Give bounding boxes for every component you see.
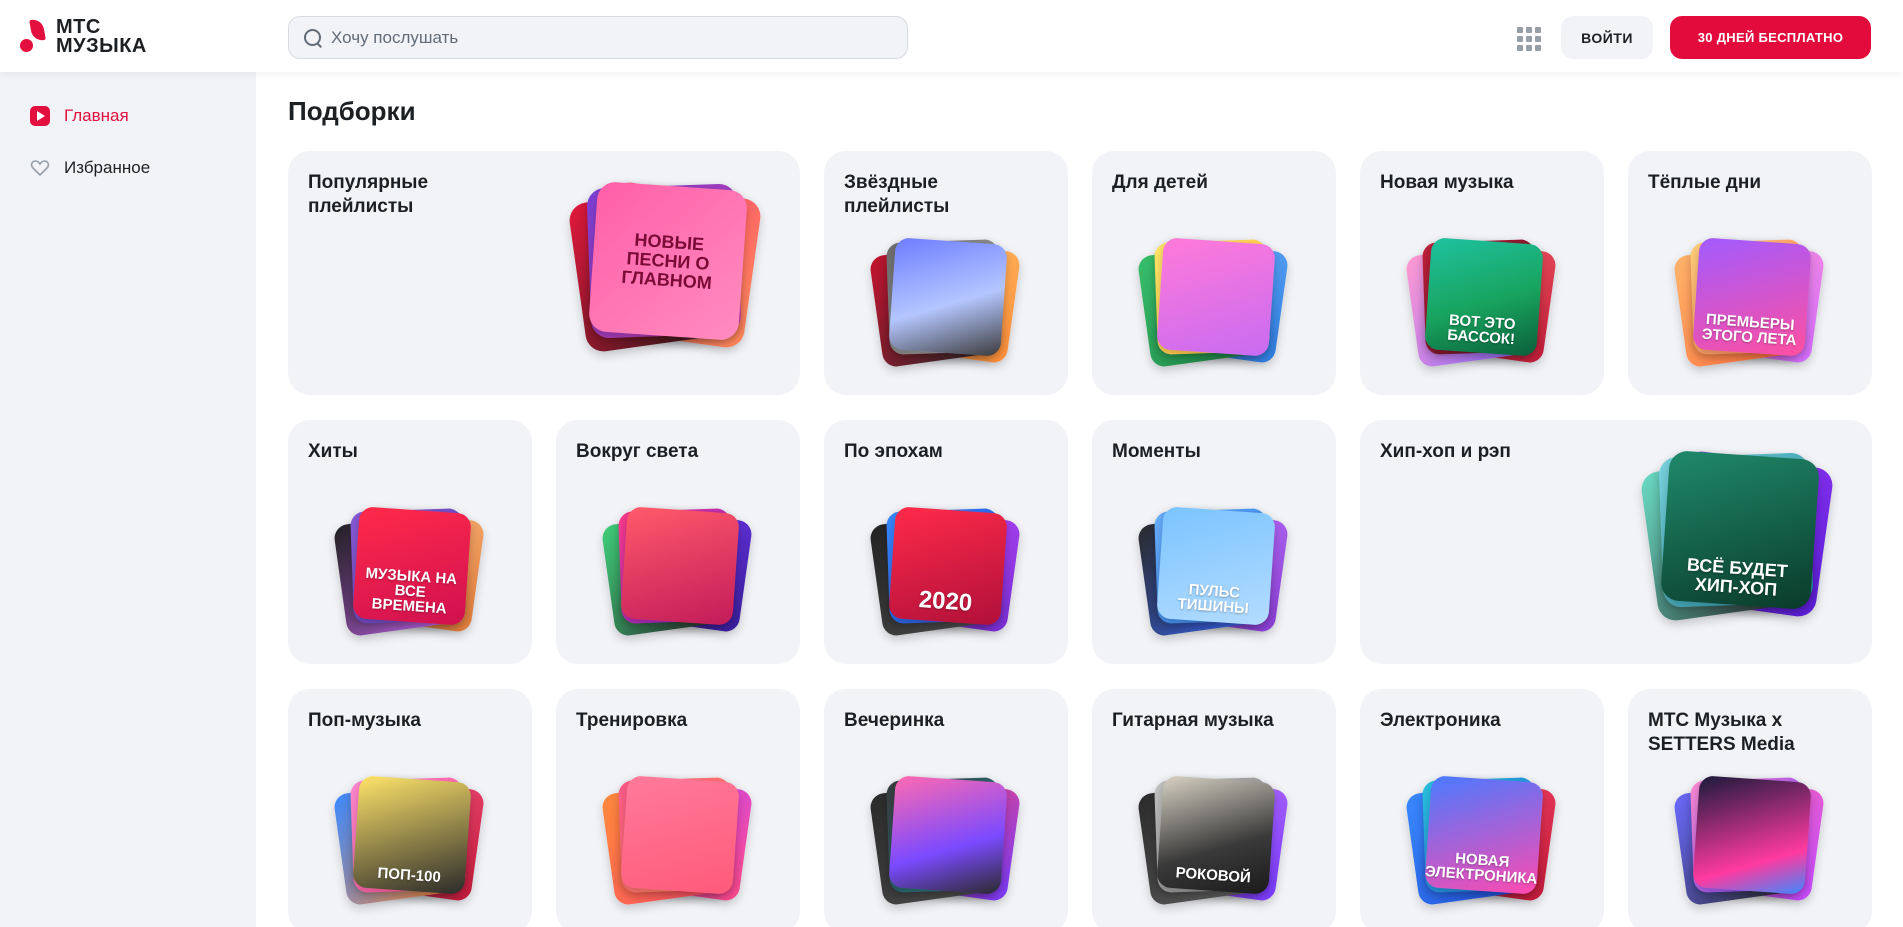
card-title: Для детей: [1112, 172, 1208, 193]
cover-stack: [1136, 231, 1290, 371]
cover-stack: [868, 231, 1022, 371]
card-title: Вечеринка: [844, 710, 945, 731]
card-title: Моменты: [1112, 441, 1201, 462]
cover-stack: [868, 769, 1022, 909]
login-button[interactable]: ВОЙТИ: [1561, 16, 1653, 59]
cover-stack: РОКОВОЙ: [1136, 769, 1290, 909]
cover-art: ПУЛЬС ТИШИНЫ: [1156, 506, 1276, 626]
cover-text: ВСЁ БУДЕТ ХИП-ХОП: [1686, 554, 1789, 600]
card-title: Гитарная музыка: [1112, 710, 1274, 731]
free-trial-button[interactable]: 30 ДНЕЙ БЕСПЛАТНО: [1670, 16, 1871, 59]
cover-art: [1692, 775, 1812, 895]
card-hip-hop-rap[interactable]: Хип-хоп и рэп ВСЁ БУДЕТ ХИП-ХОП: [1360, 420, 1872, 664]
card-new-music[interactable]: Новая музыка ВОТ ЭТО БАССОК!: [1360, 151, 1604, 395]
cover-art: 2020: [888, 506, 1008, 626]
card-electronic[interactable]: Электроника НОВАЯ ЭЛЕКТРОНИКА: [1360, 689, 1604, 927]
card-pop-music[interactable]: Поп-музыка ПОП-100: [288, 689, 532, 927]
cover-text: НОВЫЕ ПЕСНИ О ГЛАВНОМ: [620, 229, 713, 293]
card-title: Хип-хоп и рэп: [1380, 441, 1511, 462]
card-by-eras[interactable]: По эпохам 2020: [824, 420, 1068, 664]
top-header: МТС МУЗЫКА ВОЙТИ 30 ДНЕЙ БЕСПЛАТНО: [0, 0, 1903, 72]
card-title: По эпохам: [844, 441, 943, 462]
card-mts-music-setters-media[interactable]: МТС Музыка x SETTERS Media: [1628, 689, 1872, 927]
cover-art: ВСЁ БУДЕТ ХИП-ХОП: [1659, 449, 1821, 611]
cover-art: [888, 237, 1008, 357]
cover-art: ПРЕМЬЕРЫ ЭТОГО ЛЕТА: [1692, 237, 1812, 357]
cover-text: ВОТ ЭТО БАССОК!: [1446, 311, 1517, 349]
cover-art: НОВЫЕ ПЕСНИ О ГЛАВНОМ: [587, 180, 749, 342]
cover-text: 2020: [917, 586, 974, 617]
page-title: Подборки: [288, 96, 416, 126]
card-title: Вокруг света: [576, 441, 699, 462]
card-around-the-world[interactable]: Вокруг света: [556, 420, 800, 664]
cover-text: МУЗЫКА НА ВСЕ ВРЕМЕНА: [364, 564, 458, 618]
search-icon: [303, 28, 323, 48]
cover-art: [620, 775, 740, 895]
cover-art: РОКОВОЙ: [1156, 775, 1276, 895]
mts-music-logo[interactable]: МТС МУЗЫКА: [18, 17, 147, 57]
cover-stack: НОВЫЕ ПЕСНИ О ГЛАВНОМ: [567, 176, 763, 366]
sidebar-item-favorites[interactable]: Избранное: [30, 158, 150, 178]
sidebar-item-label: Главная: [64, 106, 129, 125]
card-moments[interactable]: Моменты ПУЛЬС ТИШИНЫ: [1092, 420, 1336, 664]
cover-stack: [600, 500, 754, 640]
cover-text: ПУЛЬС ТИШИНЫ: [1176, 581, 1250, 618]
sidebar: Главная Избранное: [0, 72, 256, 927]
cover-art: [620, 506, 740, 626]
cover-stack: ВСЁ БУДЕТ ХИП-ХОП: [1639, 445, 1835, 635]
card-hits[interactable]: Хиты МУЗЫКА НА ВСЕ ВРЕМЕНА: [288, 420, 532, 664]
cover-stack: ПРЕМЬЕРЫ ЭТОГО ЛЕТА: [1672, 231, 1826, 371]
cover-stack: МУЗЫКА НА ВСЕ ВРЕМЕНА: [332, 500, 486, 640]
cover-stack: 2020: [868, 500, 1022, 640]
card-title: Хиты: [308, 441, 358, 462]
search-box[interactable]: [288, 16, 908, 59]
cover-stack: ПУЛЬС ТИШИНЫ: [1136, 500, 1290, 640]
sidebar-item-home[interactable]: Главная: [30, 106, 129, 126]
cover-stack: ВОТ ЭТО БАССОК!: [1404, 231, 1558, 371]
logo-line-2: МУЗЫКА: [56, 35, 147, 57]
card-warm-days[interactable]: Тёплые дни ПРЕМЬЕРЫ ЭТОГО ЛЕТА: [1628, 151, 1872, 395]
cover-art: [1156, 237, 1276, 357]
card-title: Поп-музыка: [308, 710, 421, 731]
card-title: Новая музыка: [1380, 172, 1514, 193]
cover-text: НОВАЯ ЭЛЕКТРОНИКА: [1424, 850, 1538, 888]
card-guitar-music[interactable]: Гитарная музыка РОКОВОЙ: [1092, 689, 1336, 927]
card-star-playlists[interactable]: Звёздные плейлисты: [824, 151, 1068, 395]
logo-mark-icon: [18, 18, 46, 55]
cover-text: ПОП-100: [377, 864, 442, 887]
cover-stack: ПОП-100: [332, 769, 486, 909]
card-party[interactable]: Вечеринка: [824, 689, 1068, 927]
cover-stack: [1672, 769, 1826, 909]
cover-stack: НОВАЯ ЭЛЕКТРОНИКА: [1404, 769, 1558, 909]
search-input[interactable]: [331, 27, 871, 48]
cover-art: ВОТ ЭТО БАССОК!: [1424, 237, 1544, 357]
card-for-kids[interactable]: Для детей: [1092, 151, 1336, 395]
heart-icon: [30, 158, 50, 178]
home-play-icon: [30, 106, 50, 126]
cover-art: НОВАЯ ЭЛЕКТРОНИКА: [1424, 775, 1544, 895]
sidebar-item-label: Избранное: [64, 158, 151, 177]
card-workout[interactable]: Тренировка: [556, 689, 800, 927]
cover-art: МУЗЫКА НА ВСЕ ВРЕМЕНА: [352, 506, 472, 626]
card-title: МТС Музыка x SETTERS Media: [1648, 710, 1795, 755]
card-title: Тёплые дни: [1648, 172, 1762, 193]
apps-grid-icon[interactable]: [1517, 27, 1541, 51]
card-popular-playlists[interactable]: Популярные плейлисты НОВЫЕ ПЕСНИ О ГЛАВН…: [288, 151, 800, 395]
cover-stack: [600, 769, 754, 909]
cover-text: РОКОВОЙ: [1175, 864, 1252, 887]
card-title: Тренировка: [576, 710, 688, 731]
main-content: Подборки Популярные плейлисты НОВЫЕ ПЕСН…: [256, 72, 1903, 927]
card-title: Звёздные плейлисты: [844, 172, 950, 217]
cover-art: [888, 775, 1008, 895]
card-title: Электроника: [1380, 710, 1501, 731]
card-title: Популярные плейлисты: [308, 172, 429, 217]
cover-text: ПРЕМЬЕРЫ ЭТОГО ЛЕТА: [1701, 310, 1798, 350]
cover-art: ПОП-100: [352, 775, 472, 895]
